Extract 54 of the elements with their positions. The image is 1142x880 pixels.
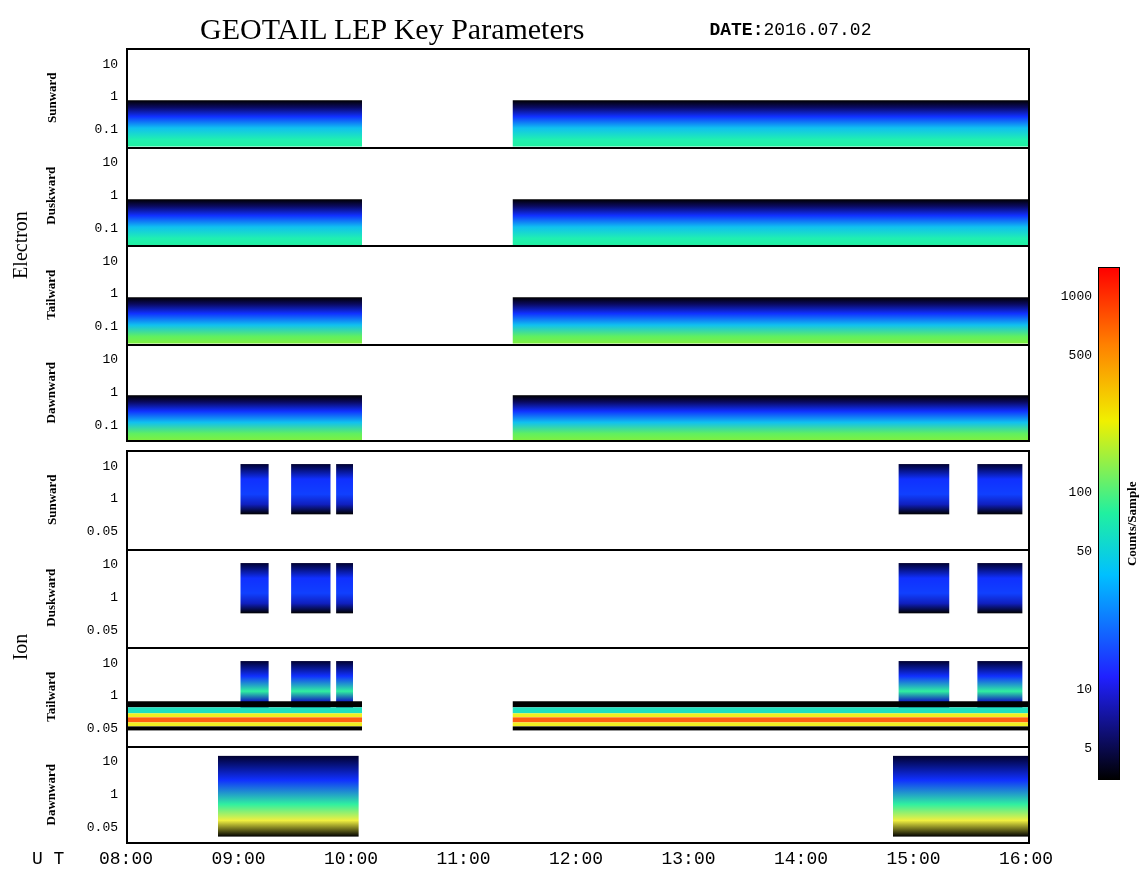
- x-axis-label: U T: [32, 849, 65, 869]
- y-tick-label: 10: [102, 457, 118, 476]
- y-tick-label: 10: [102, 252, 118, 271]
- x-tick-label: 14:00: [774, 848, 828, 871]
- x-tick-label: 09:00: [211, 848, 266, 871]
- panel-label: Dawnward: [42, 764, 60, 826]
- colorbar-tick-label: 10: [1076, 681, 1092, 700]
- panel-label: Tailward: [42, 269, 60, 320]
- y-tick-label: 0.05: [86, 818, 118, 837]
- colorbar-tick-label: 100: [1068, 484, 1092, 503]
- chart-title: GEOTAIL LEP Key Parameters: [200, 14, 585, 44]
- colorbar-tick-label: 1000: [1060, 288, 1092, 307]
- y-tick-label: 1: [110, 687, 118, 706]
- x-tick-label: 10:00: [324, 848, 378, 871]
- y-tick-label: 1: [110, 187, 118, 205]
- colorbar-label: Counts/Sample: [1122, 481, 1140, 566]
- x-tick-label: 13:00: [661, 848, 716, 871]
- y-tick-label: 10: [102, 55, 118, 74]
- y-tick-label: 1: [110, 589, 118, 607]
- panel-label: Dawnward: [42, 362, 60, 424]
- panel-label: Tailward: [42, 671, 60, 722]
- y-tick-label: 0.1: [94, 318, 118, 337]
- group-label: Electron: [8, 211, 32, 279]
- panel-label: Sunward: [42, 71, 60, 123]
- panel-label: Duskward: [42, 166, 60, 225]
- colorbar-tick-label: 5: [1084, 740, 1092, 759]
- y-tick-label: 1: [110, 786, 118, 804]
- colorbar-tick-label: 500: [1068, 347, 1092, 366]
- colorbar-tick-label: 50: [1076, 543, 1092, 562]
- panel-label: Duskward: [42, 568, 60, 627]
- group-label: Ion: [8, 633, 32, 661]
- y-tick-label: 0.1: [94, 416, 118, 435]
- x-tick-label: 15:00: [886, 848, 941, 871]
- y-tick-label: 0.05: [86, 720, 118, 739]
- y-tick-label: 10: [102, 351, 118, 370]
- y-tick-label: 10: [102, 654, 118, 673]
- x-tick-label: 11:00: [436, 848, 491, 871]
- x-tick-label: 08:00: [99, 848, 153, 871]
- y-tick-label: 10: [102, 753, 118, 772]
- y-tick-label: 1: [110, 88, 118, 107]
- y-tick-label: 1: [110, 490, 118, 509]
- y-tick-label: 10: [102, 556, 118, 575]
- x-tick-label: 12:00: [549, 848, 603, 871]
- y-tick-label: 1: [110, 384, 118, 402]
- date-value: 2016.07.02: [763, 19, 872, 42]
- y-tick-label: 1: [110, 285, 118, 304]
- panel-label: Sunward: [42, 473, 60, 525]
- y-tick-label: 0.05: [86, 523, 118, 542]
- y-tick-label: 0.1: [94, 121, 118, 140]
- y-tick-label: 0.1: [94, 219, 118, 238]
- date-label: DATE:: [709, 19, 764, 42]
- x-tick-label: 16:00: [999, 848, 1053, 871]
- y-tick-label: 0.05: [86, 621, 118, 640]
- y-tick-label: 10: [102, 154, 118, 173]
